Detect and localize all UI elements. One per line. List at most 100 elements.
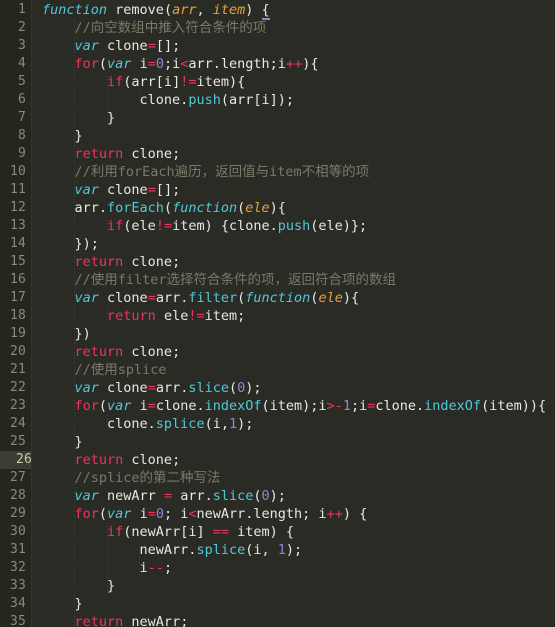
line-number[interactable]: 3 (0, 37, 26, 55)
line-number[interactable]: 22 (0, 379, 26, 397)
code-line[interactable]: return clone; (32, 145, 181, 163)
code-line[interactable]: } (32, 595, 83, 613)
line-number[interactable]: 26 (0, 451, 32, 469)
line-number[interactable]: 2 (0, 19, 26, 37)
code-line[interactable]: for(var i=0;i<arr.length;i++){ (32, 55, 319, 73)
code-line[interactable]: return newArr; (32, 613, 189, 627)
token-kw: return (74, 614, 124, 627)
line-number[interactable]: 16 (0, 271, 26, 289)
line-number-gutter[interactable]: 1 2 3 4 5 6 7 8 9 10 11 12 13 14 15 16 17 18 19 20 21 22 23 24 2… (0, 0, 32, 627)
token-op: == (212, 524, 229, 540)
line-number[interactable]: 35 (0, 613, 26, 627)
code-line[interactable]: var newArr = arr.slice(0); (32, 487, 286, 505)
token-pun (107, 2, 115, 18)
code-line[interactable]: for(var i=clone.indexOf(item);i>-1;i=clo… (32, 397, 547, 415)
code-line[interactable]: } (32, 577, 115, 595)
line-number[interactable]: 32 (0, 559, 26, 577)
code-line[interactable]: if(newArr[i] == item) { (32, 523, 294, 541)
token-pun: ){ (302, 56, 319, 72)
line-number[interactable]: 25 (0, 433, 26, 451)
code-line[interactable]: //向空数组中推入符合条件的项 (32, 19, 267, 37)
token-meth: push (277, 218, 311, 234)
line-number[interactable]: 19 (0, 325, 26, 343)
code-line[interactable]: } (32, 127, 83, 145)
code-line[interactable]: //利用forEach遍历，返回值与item不相等的项 (32, 163, 370, 181)
code-line[interactable]: clone.splice(i,1); (32, 415, 253, 433)
token-param: ele (245, 200, 270, 216)
code-line[interactable]: function remove(arr, item) { (32, 1, 270, 20)
code-line[interactable]: newArr.splice(i, 1); (32, 541, 303, 559)
line-number[interactable]: 1 (0, 1, 26, 19)
line-number[interactable]: 17 (0, 289, 26, 307)
code-line[interactable]: var clone=arr.slice(0); (32, 379, 262, 397)
code-line[interactable]: var clone=[]; (32, 181, 181, 199)
code-line[interactable]: }); (32, 235, 99, 253)
line-number[interactable]: 33 (0, 577, 26, 595)
line-number[interactable]: 18 (0, 307, 26, 325)
line-number[interactable]: 21 (0, 361, 26, 379)
line-number[interactable]: 4 (0, 55, 26, 73)
code-line[interactable]: for(var i=0; i<newArr.length; i++) { (32, 505, 368, 523)
token-pun: clone (98, 38, 148, 54)
token-pun: ); (245, 380, 262, 396)
line-number[interactable]: 30 (0, 523, 26, 541)
code-line[interactable]: if(ele!=item) {clone.push(ele)}; (32, 217, 367, 235)
code-line[interactable]: } (32, 109, 115, 127)
token-pun: clone. (375, 398, 425, 414)
code-area[interactable]: function remove(arr, item) { //向空数组中推入符合… (32, 0, 555, 627)
token-pun (42, 146, 75, 162)
token-pun: clone; (123, 146, 181, 162)
line-number[interactable]: 24 (0, 415, 26, 433)
line-number[interactable]: 6 (0, 91, 26, 109)
token-pun: ( (98, 398, 108, 414)
line-number[interactable]: 27 (0, 469, 26, 487)
token-op: = (163, 488, 173, 504)
token-pun: (item);i (261, 398, 327, 414)
code-line[interactable]: } (32, 433, 83, 451)
token-pun: ){ (269, 200, 286, 216)
code-line[interactable]: return clone; (32, 343, 181, 361)
token-pun: ele (155, 308, 189, 324)
token-op: = (147, 380, 156, 396)
code-line[interactable]: //splice的第二种写法 (32, 469, 221, 487)
code-line[interactable]: var clone=arr.filter(function(ele){ (32, 289, 360, 307)
line-number[interactable]: 9 (0, 145, 26, 163)
line-number[interactable]: 29 (0, 505, 26, 523)
token-num: 1 (277, 542, 286, 558)
code-line[interactable]: return ele!=item; (32, 307, 245, 325)
token-pun (42, 614, 75, 627)
line-number[interactable]: 11 (0, 181, 26, 199)
line-number[interactable]: 7 (0, 109, 26, 127)
line-number[interactable]: 5 (0, 73, 26, 91)
line-number[interactable]: 15 (0, 253, 26, 271)
code-line[interactable]: i--; (32, 559, 173, 577)
token-kw: for (74, 506, 99, 522)
line-number[interactable]: 28 (0, 487, 26, 505)
token-pun: arr.length;i (188, 56, 286, 72)
line-number[interactable]: 8 (0, 127, 26, 145)
code-editor[interactable]: 1 2 3 4 5 6 7 8 9 10 11 12 13 14 15 16 17 18 19 20 21 22 23 24 2… (0, 0, 555, 627)
code-line[interactable]: return clone; (32, 451, 181, 469)
token-pun: []; (155, 38, 181, 54)
token-pun: ( (98, 506, 108, 522)
line-number[interactable]: 10 (0, 163, 26, 181)
token-pun (42, 380, 75, 396)
code-line[interactable]: //使用splice (32, 361, 167, 379)
line-number[interactable]: 34 (0, 595, 26, 613)
code-line[interactable]: clone.push(arr[i]); (32, 91, 294, 109)
line-number[interactable]: 14 (0, 235, 26, 253)
token-num: 0 (155, 506, 164, 522)
line-number[interactable]: 13 (0, 217, 26, 235)
code-line[interactable]: var clone=[]; (32, 37, 181, 55)
code-line[interactable]: }) (32, 325, 91, 343)
line-number[interactable]: 20 (0, 343, 26, 361)
code-line[interactable]: if(arr[i]!=item){ (32, 73, 245, 91)
line-number[interactable]: 23 (0, 397, 26, 415)
code-line[interactable]: arr.forEach(function(ele){ (32, 199, 286, 217)
token-kw: for (74, 56, 99, 72)
line-number[interactable]: 31 (0, 541, 26, 559)
code-line[interactable]: return clone; (32, 253, 181, 271)
token-pun: (i, (245, 542, 278, 558)
code-line[interactable]: //使用filter选择符合条件的项，返回符合项的数组 (32, 271, 397, 289)
line-number[interactable]: 12 (0, 199, 26, 217)
